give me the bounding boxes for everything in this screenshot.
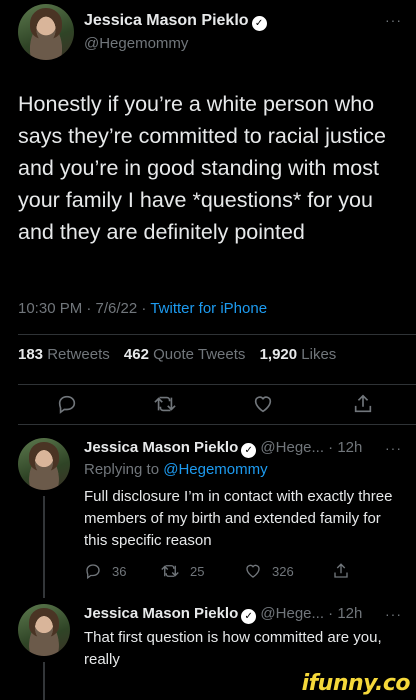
divider [18, 384, 416, 385]
like-icon [246, 564, 260, 578]
more-icon[interactable]: ··· [385, 440, 402, 456]
thread-line [43, 496, 45, 598]
verified-badge-icon: ✓ [241, 443, 257, 458]
reply-header: Jessica Mason Pieklo ✓ @Hege... · 12h [84, 439, 362, 458]
reply-header: Jessica Mason Pieklo ✓ @Hege... · 12h [84, 605, 362, 624]
verified-badge-icon: ✓ [251, 16, 267, 31]
like-count: 326 [272, 563, 294, 579]
likes-stat[interactable]: 1,920 Likes [260, 346, 337, 363]
author-avatar[interactable] [18, 4, 74, 60]
replying-to-link[interactable]: @Hegemommy [163, 461, 267, 478]
verified-badge-icon: ✓ [241, 609, 257, 624]
retweet-icon[interactable] [153, 393, 177, 415]
retweets-stat[interactable]: 183 Retweets [18, 346, 110, 363]
reply-reply-button[interactable]: 36 [84, 562, 126, 580]
watermark: ifunny.co [301, 671, 411, 696]
reply-avatar[interactable] [18, 604, 70, 656]
author-name-row[interactable]: Jessica Mason Pieklo ✓ [84, 12, 267, 31]
reply-icon [86, 564, 100, 580]
reply-icon[interactable] [56, 393, 78, 415]
like-icon[interactable] [252, 393, 274, 415]
divider [18, 334, 416, 335]
reply-count: 36 [112, 563, 127, 579]
reply-text: Full disclosure I’m in contact with exac… [84, 488, 393, 549]
reply-retweet-button[interactable]: 25 [160, 562, 204, 580]
thread-line [43, 662, 45, 700]
tweet-source-link[interactable]: Twitter for iPhone [150, 300, 267, 317]
tweet-meta: 10:30 PM · 7/6/22 · Twitter for iPhone [18, 300, 267, 317]
reply-author-name[interactable]: Jessica Mason Pieklo [84, 439, 238, 456]
divider [18, 424, 416, 425]
author-name[interactable]: Jessica Mason Pieklo [84, 12, 249, 29]
tweet-timestamp[interactable]: 10:30 PM · 7/6/22 · [18, 300, 150, 317]
more-icon[interactable]: ··· [385, 12, 402, 28]
retweet-count: 25 [190, 563, 205, 579]
tweet-stats: 183 Retweets 462 Quote Tweets 1,920 Like… [18, 346, 336, 363]
retweet-icon [161, 565, 179, 577]
reply-share-button[interactable] [332, 562, 350, 580]
author-handle[interactable]: @Hegemommy [84, 35, 188, 52]
share-icon[interactable] [352, 393, 374, 415]
more-icon[interactable]: ··· [385, 606, 402, 622]
reply-handle-time[interactable]: @Hege... · 12h [260, 439, 362, 456]
tweet-text: Honestly if you’re a white person who sa… [18, 92, 387, 244]
reply-handle-time[interactable]: @Hege... · 12h [260, 605, 362, 622]
reply-author-name[interactable]: Jessica Mason Pieklo [84, 605, 238, 622]
quotes-stat[interactable]: 462 Quote Tweets [124, 346, 245, 363]
reply-like-button[interactable]: 326 [244, 562, 294, 580]
reply-avatar[interactable] [18, 438, 70, 490]
reply-text: That first question is how committed are… [84, 629, 382, 668]
share-icon [334, 563, 348, 578]
replying-to: Replying to @Hegemommy [84, 461, 268, 478]
